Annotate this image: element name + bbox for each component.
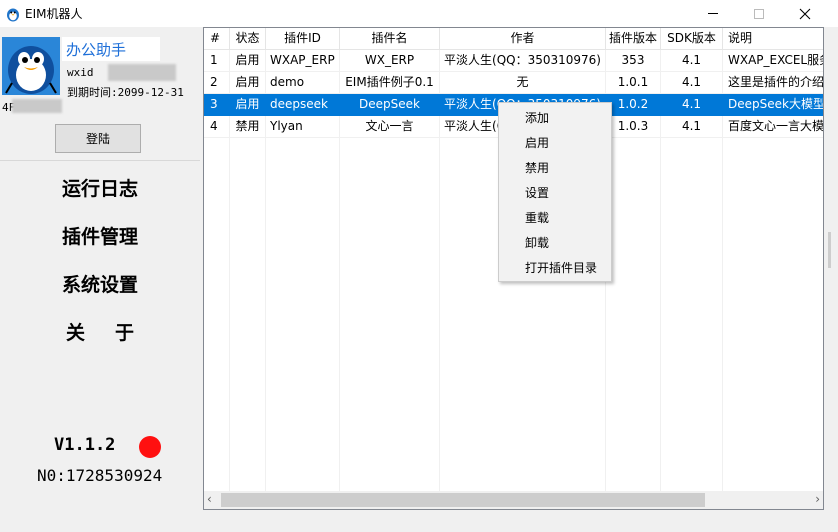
expire-value: 2099-12-31 [117, 86, 184, 99]
menu-item-disable[interactable]: 禁用 [499, 156, 611, 181]
column-header[interactable]: 说明 [723, 28, 823, 50]
window-title: EIM机器人 [25, 7, 83, 21]
column-header[interactable]: 插件名 [340, 28, 440, 50]
account-number: N0:1728530924 [37, 466, 163, 485]
plugin-id: deepseek [266, 94, 340, 116]
table-header: # 状态 插件ID 插件名 作者 插件版本 SDK版本 说明 [204, 28, 823, 50]
title-bar: EIM机器人 [0, 0, 838, 27]
grid-line [660, 138, 661, 491]
plugin-author: 无 [440, 72, 606, 94]
column-header[interactable]: # [204, 28, 230, 50]
account-id-redaction [12, 99, 62, 113]
brand-label: 办公助手 [62, 37, 160, 61]
plugin-name: EIM插件例子0.1 [340, 72, 440, 94]
menu-item-add[interactable]: 添加 [499, 106, 611, 131]
plugin-id: demo [266, 72, 340, 94]
nav-plugin-management[interactable]: 插件管理 [0, 222, 200, 249]
plugin-version: 1.0.2 [606, 94, 661, 116]
nav-system-settings[interactable]: 系统设置 [0, 270, 200, 297]
left-divider [0, 160, 200, 161]
plugin-id: Ylyan [266, 116, 340, 138]
sdk-version: 4.1 [661, 72, 723, 94]
column-header[interactable]: 插件ID [266, 28, 340, 50]
penguin-avatar-icon [2, 37, 60, 95]
plugin-name: 文心一言 [340, 116, 440, 138]
status-indicator [139, 436, 161, 458]
close-button[interactable] [782, 0, 828, 27]
plugin-name: DeepSeek [340, 94, 440, 116]
row-number: 3 [204, 94, 230, 116]
table-row[interactable]: 2 启用 demo EIM插件例子0.1 无 1.0.1 4.1 这里是插件的介… [204, 72, 823, 94]
plugin-description: WXAP_EXCEL服务 [723, 50, 823, 72]
scrollbar-thumb[interactable] [221, 493, 705, 507]
plugin-status: 启用 [230, 50, 266, 72]
maximize-icon [754, 8, 764, 19]
minimize-icon [708, 13, 718, 14]
plugin-version: 1.0.1 [606, 72, 661, 94]
column-header[interactable]: 状态 [230, 28, 266, 50]
sdk-version: 4.1 [661, 50, 723, 72]
wxid-prefix: wxid [67, 66, 94, 79]
penguin-app-icon [7, 8, 19, 22]
menu-item-open-plugin-folder[interactable]: 打开插件目录 [499, 256, 611, 281]
grid-line [439, 138, 440, 491]
nav-run-log[interactable]: 运行日志 [0, 174, 200, 201]
avatar [2, 37, 60, 95]
minimize-button[interactable] [690, 0, 736, 27]
maximize-button[interactable] [736, 0, 782, 27]
menu-item-reload[interactable]: 重载 [499, 206, 611, 231]
row-number: 4 [204, 116, 230, 138]
plugin-version: 1.0.3 [606, 116, 661, 138]
grid-line [265, 138, 266, 491]
table-row[interactable]: 1 启用 WXAP_ERP WX_ERP 平淡人生(QQ：350310976) … [204, 50, 823, 72]
horizontal-scrollbar[interactable]: ‹ › [204, 491, 823, 509]
menu-item-uninstall[interactable]: 卸载 [499, 231, 611, 256]
login-button[interactable]: 登陆 [55, 124, 141, 153]
wxid-redaction [108, 64, 176, 81]
grid-line [339, 138, 340, 491]
close-icon [799, 8, 811, 19]
plugin-name: WX_ERP [340, 50, 440, 72]
column-header[interactable]: 插件版本 [606, 28, 661, 50]
plugin-id: WXAP_ERP [266, 50, 340, 72]
expire-label: 到期时间: [67, 86, 118, 99]
scroll-left-icon[interactable]: ‹ [207, 491, 221, 509]
grid-line [229, 138, 230, 491]
plugin-description: DeepSeek大模型 [723, 94, 823, 116]
plugin-description: 这里是插件的介绍 [723, 72, 823, 94]
expire-text: 到期时间:2099-12-31 [67, 84, 184, 100]
menu-item-enable[interactable]: 启用 [499, 131, 611, 156]
plugin-status: 启用 [230, 72, 266, 94]
row-number: 1 [204, 50, 230, 72]
sdk-version: 4.1 [661, 94, 723, 116]
plugin-context-menu: 添加 启用 禁用 设置 重载 卸载 打开插件目录 [498, 102, 612, 282]
plugin-status: 启用 [230, 94, 266, 116]
column-header[interactable]: SDK版本 [661, 28, 723, 50]
plugin-author: 平淡人生(QQ：350310976) [440, 50, 606, 72]
grid-line [722, 138, 723, 491]
menu-item-settings[interactable]: 设置 [499, 181, 611, 206]
plugin-description: 百度文心一言大模 [723, 116, 823, 138]
plugin-status: 禁用 [230, 116, 266, 138]
version-label: V1.1.2 [54, 435, 116, 455]
sdk-version: 4.1 [661, 116, 723, 138]
plugin-version: 353 [606, 50, 661, 72]
nav-about[interactable]: 关于 [0, 318, 200, 345]
column-header[interactable]: 作者 [440, 28, 606, 50]
scroll-right-icon[interactable]: › [806, 491, 820, 509]
window-edge-scroll-indicator [828, 232, 831, 268]
row-number: 2 [204, 72, 230, 94]
